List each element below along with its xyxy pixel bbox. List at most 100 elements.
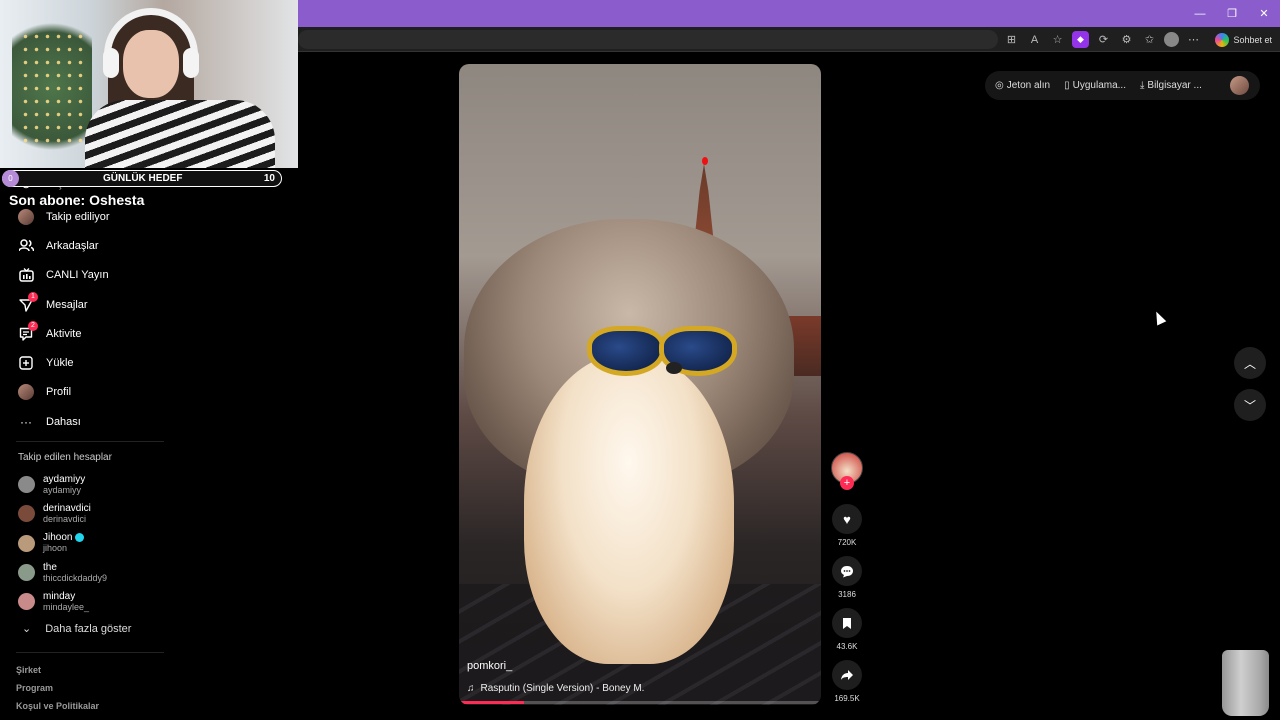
sidebar-item-following[interactable]: Takip ediliyor [18, 202, 168, 231]
pomeranian-dog [524, 354, 734, 664]
footer-link-company[interactable]: Şirket [16, 665, 99, 677]
sidebar-item-label: Profil [46, 386, 72, 399]
sidebar-divider [16, 441, 164, 442]
sidebar-item-messages[interactable]: 1 Mesajlar [18, 290, 168, 319]
following-avatar [18, 208, 34, 225]
minimize-button[interactable]: — [1184, 0, 1216, 27]
favorite-star-icon[interactable]: ☆ [1049, 31, 1066, 48]
goal-label: GÜNLÜK HEDEF [103, 173, 183, 184]
refresh-icon[interactable]: ⟳ [1095, 31, 1112, 48]
footer-link-terms[interactable]: Koşul ve Politikalar [16, 701, 99, 713]
desktop-app-button[interactable]: ⤓ Bilgisayar ... [1140, 80, 1202, 91]
goal-count: 0 [2, 170, 19, 187]
followed-account[interactable]: derinavdici derinavdici [18, 499, 168, 528]
footer-link-program[interactable]: Program [16, 683, 99, 695]
sidebar-item-profile[interactable]: Profil [18, 378, 168, 407]
copilot-label: Sohbet et [1233, 35, 1272, 45]
account-name: aydamiyy [43, 473, 86, 485]
heart-icon[interactable]: ♥ [832, 504, 862, 534]
comment-icon[interactable] [832, 556, 862, 586]
more-dots-icon[interactable]: ⋯ [1185, 31, 1202, 48]
get-coins-label: Jeton alın [1006, 80, 1051, 91]
more-icon: ··· [20, 414, 32, 429]
follow-plus-icon[interactable]: + [840, 476, 854, 490]
chevron-down-icon: ﹀ [1243, 398, 1256, 413]
goal-target: 10 [263, 173, 275, 184]
sidebar-item-label: Aktivite [46, 327, 82, 340]
account-handle: mindaylee_ [43, 601, 90, 612]
favorites-icon[interactable]: ✩ [1141, 31, 1158, 48]
coin-icon: ◎ [995, 80, 1004, 91]
mouse-cursor [1151, 309, 1167, 326]
comment-action[interactable]: 3186 [831, 556, 863, 599]
headphone-left [103, 48, 119, 78]
account-texts: aydamiyy aydamiyy [43, 474, 85, 496]
account-name: derinavdici [43, 502, 91, 514]
account-texts: minday mindaylee_ [43, 591, 89, 613]
avatar [18, 534, 35, 552]
account-name: the [43, 561, 57, 573]
sidebar-item-label: Arkadaşlar [46, 239, 99, 252]
activity-badge: 2 [28, 320, 38, 331]
comment-count: 3186 [838, 590, 856, 599]
share-action[interactable]: 169.5K [831, 660, 863, 703]
top-actions-bar: ◎ Jeton alın ▯ Uygulama... ⤓ Bilgisayar … [985, 71, 1260, 100]
share-icon[interactable] [832, 660, 862, 690]
followed-account[interactable]: Jihoon jihoon [18, 529, 168, 558]
followed-account[interactable]: minday mindaylee_ [18, 587, 168, 616]
video-username[interactable]: pomkori_ [467, 660, 512, 672]
account-handle: aydamiyy [43, 484, 82, 495]
sidebar-item-label: Dahası [46, 415, 81, 428]
get-app-label: Uygulama... [1072, 80, 1126, 91]
headphone-right [183, 48, 199, 78]
extension-icon[interactable]: ◆ [1072, 31, 1089, 48]
sidebar-item-label: Takip ediliyor [46, 210, 110, 223]
live-icon [18, 267, 34, 283]
sidebar-item-more[interactable]: ··· Dahası [18, 407, 168, 436]
footer-links: Şirket Program Koşul ve Politikalar [16, 665, 99, 713]
user-avatar[interactable] [1230, 76, 1249, 95]
save-action[interactable]: 43.6K [831, 608, 863, 651]
restore-button[interactable]: ❐ [1216, 0, 1248, 27]
phone-icon: ▯ [1064, 80, 1070, 91]
like-action[interactable]: ♥ 720K [831, 504, 863, 547]
bookmark-icon[interactable] [832, 608, 862, 638]
followed-account[interactable]: aydamiyy aydamiyy [18, 470, 168, 499]
screen: — ❐ ✕ ⊞ A ☆ ◆ ⟳ ⚙ ✩ ⋯ Sohbet et 0 GÜNLÜK… [0, 0, 1280, 720]
chevron-up-icon: ︿ [1243, 356, 1256, 371]
glass-cup [1222, 650, 1269, 716]
friends-icon [18, 238, 34, 254]
address-field[interactable] [298, 30, 998, 49]
get-coins-button[interactable]: ◎ Jeton alın [995, 80, 1050, 91]
copilot-chat-button[interactable]: Sohbet et [1215, 31, 1272, 49]
sidebar-item-friends[interactable]: Arkadaşlar [18, 231, 168, 260]
browser-profile-avatar[interactable] [1164, 32, 1179, 47]
messages-badge: 1 [28, 291, 38, 302]
get-app-button[interactable]: ▯ Uygulama... [1064, 80, 1126, 91]
show-more-button[interactable]: ⌄ Daha fazla göster [22, 622, 131, 636]
sidebar-item-live[interactable]: CANLI Yayın [18, 261, 168, 290]
account-name-row: Jihoon [43, 532, 85, 543]
chevron-down-icon: ⌄ [22, 623, 32, 635]
account-handle: derinavdici [43, 513, 87, 524]
translate-icon[interactable]: A [1026, 31, 1043, 48]
previous-video-button[interactable]: ︿ [1234, 347, 1266, 379]
sidebar-nav: Takip ediliyor Arkadaşlar CANLI Yayın 1 … [18, 202, 168, 436]
sidebar-item-activity[interactable]: 2 Aktivite [18, 319, 168, 348]
split-screen-icon[interactable]: ⊞ [1003, 31, 1020, 48]
sidebar-item-upload[interactable]: Yükle [18, 348, 168, 377]
avatar [18, 476, 35, 494]
video-music[interactable]: ♫ Rasputin (Single Version) - Boney M. [467, 683, 644, 694]
account-handle: jihoon [43, 543, 68, 554]
music-note-icon: ♫ [467, 683, 475, 694]
video-player[interactable]: pomkori_ ♫ Rasputin (Single Version) - B… [459, 64, 821, 705]
toolbar-icons: ⊞ A ☆ ◆ ⟳ ⚙ ✩ ⋯ [1003, 31, 1202, 48]
video-progress-bar[interactable] [459, 701, 821, 704]
extensions-puzzle-icon[interactable]: ⚙ [1118, 31, 1135, 48]
verified-badge-icon [75, 533, 85, 543]
webcam-overlay [0, 0, 298, 168]
next-video-button[interactable]: ﹀ [1234, 389, 1266, 421]
followed-account[interactable]: the thiccdickdaddy9 [18, 558, 168, 587]
desktop-app-label: Bilgisayar ... [1147, 80, 1202, 91]
close-button[interactable]: ✕ [1248, 0, 1280, 27]
